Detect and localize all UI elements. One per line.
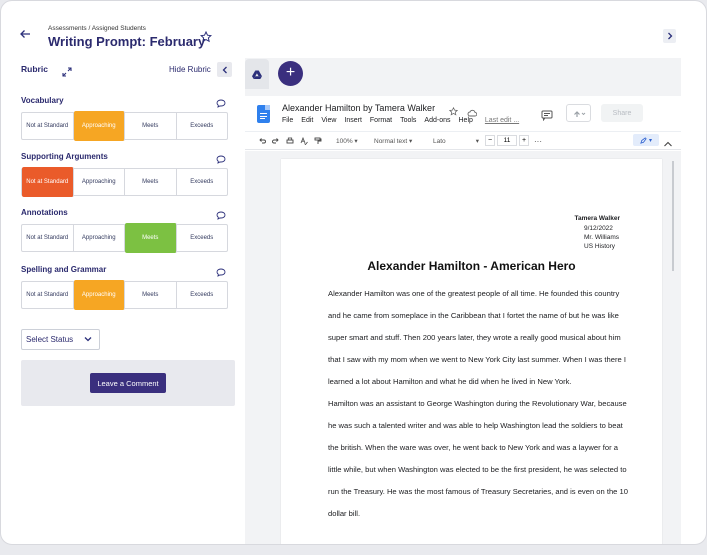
style-value: Normal text [374,137,408,145]
redo-icon[interactable] [272,135,280,147]
paragraph: Hamilton was an assistant to George Wash… [328,399,628,518]
collapse-rubric-button[interactable] [217,62,232,77]
rating-exceeds[interactable]: Exceeds [177,225,228,251]
chevron-left-icon [222,66,227,73]
menu-edit[interactable]: Edit [301,117,313,124]
font-size-increase[interactable]: + [519,135,529,146]
present-button[interactable] [566,104,591,122]
docs-menu-bar: File Edit View Insert Format Tools Add-o… [282,117,519,124]
criterion-label: Annotations [21,208,68,217]
paragraph: Alexander Hamilton was one of the greate… [328,289,626,386]
document-body: Alexander Hamilton was one of the greate… [328,283,628,525]
menu-tools[interactable]: Tools [400,117,416,124]
font-size-decrease[interactable]: − [485,135,495,146]
rating-approaching[interactable]: Approaching [74,225,125,251]
star-icon[interactable] [448,103,459,116]
zoom-select[interactable]: 100% ▾ [336,135,358,147]
print-icon[interactable] [286,135,294,147]
rubric-criterion-spelling-grammar: Spelling and Grammar Not at Standard App… [21,264,228,310]
rating-scale: Not at Standard Approaching Meets Exceed… [21,111,228,141]
rating-not-at-standard[interactable]: Not at Standard [22,113,74,139]
document-heading: Alexander Hamilton - American Hero [367,259,576,273]
paint-format-icon[interactable] [314,135,322,147]
back-arrow-icon[interactable] [19,28,33,42]
zoom-value: 100% [336,137,353,145]
rubric-criterion-vocabulary: Vocabulary Not at Standard Approaching M… [21,95,228,141]
rating-exceeds[interactable]: Exceeds [177,113,228,139]
spellcheck-icon[interactable] [300,135,308,147]
comment-history-icon[interactable] [541,108,553,122]
course-name: US History [584,243,616,250]
rating-approaching[interactable]: Approaching [73,111,125,141]
rating-meets[interactable]: Meets [125,223,177,253]
rubric-title: Rubric [21,64,48,74]
rating-meets[interactable]: Meets [125,282,177,308]
rating-scale: Not at Standard Approaching Meets Exceed… [21,167,228,197]
add-tab-button[interactable]: + [278,61,303,86]
document-name[interactable]: Alexander Hamilton by Tamera Walker [282,103,435,113]
menu-insert[interactable]: Insert [344,117,362,124]
rating-not-at-standard[interactable]: Not at Standard [22,167,74,197]
google-docs-icon[interactable] [257,105,270,123]
cloud-saved-icon[interactable] [467,104,478,117]
doc-date: 9/12/2022 [584,225,613,232]
rating-meets[interactable]: Meets [125,113,177,139]
font-size-input[interactable]: 11 [497,135,517,146]
upload-icon [573,110,585,117]
teacher-name: Mr. Williams [584,234,620,241]
comment-bubble-icon[interactable] [216,207,226,220]
breadcrumb[interactable]: Assessments / Assigned Students [48,25,146,32]
rating-not-at-standard[interactable]: Not at Standard [22,225,74,251]
comment-bubble-icon[interactable] [216,264,226,277]
more-options[interactable]: ··· [534,135,542,147]
chevron-up-icon[interactable] [663,135,675,147]
document-page[interactable]: Tamera Walker 9/12/2022 Mr. Williams US … [281,159,662,544]
share-button[interactable]: Share [601,104,643,122]
rating-exceeds[interactable]: Exceeds [177,282,228,308]
google-drive-tab[interactable] [245,59,269,89]
menu-format[interactable]: Format [370,117,392,124]
app-window: Assessments / Assigned Students Writing … [0,0,707,545]
last-edit-link[interactable]: Last edit ... [485,117,519,124]
scrollbar[interactable] [672,161,674,271]
drive-icon [252,70,262,79]
menu-help[interactable]: Help [459,117,473,124]
editing-mode-button[interactable]: ▾ [633,134,659,146]
menu-view[interactable]: View [321,117,336,124]
rubric-criterion-annotations: Annotations Not at Standard Approaching … [21,207,228,253]
status-select-value: Select Status [26,335,74,344]
undo-icon[interactable] [258,135,266,147]
rubric-criterion-supporting-arguments: Supporting Arguments Not at Standard App… [21,151,228,197]
criterion-label: Supporting Arguments [21,152,108,161]
fullscreen-expand-icon[interactable] [62,64,72,77]
chevron-down-icon [84,337,92,342]
comment-bubble-icon[interactable] [216,151,226,164]
comment-panel: Leave a Comment [21,360,235,406]
paragraph-style-select[interactable]: Normal text ▾ [374,135,412,147]
rating-approaching[interactable]: Approaching [73,280,125,310]
status-select[interactable]: Select Status [21,329,100,350]
rating-approaching[interactable]: Approaching [74,169,125,195]
docs-toolbar: 100% ▾ Normal text ▾ Lato ▾ ··· [245,131,681,150]
font-value: Lato [433,137,446,145]
rating-meets[interactable]: Meets [125,169,177,195]
expand-panel-button[interactable] [663,29,676,43]
hide-rubric-link[interactable]: Hide Rubric [169,65,211,74]
menu-file[interactable]: File [282,117,293,124]
rating-scale: Not at Standard Approaching Meets Exceed… [21,223,228,253]
criterion-label: Spelling and Grammar [21,265,107,274]
rating-not-at-standard[interactable]: Not at Standard [22,282,74,308]
pencil-icon [640,136,647,144]
criterion-label: Vocabulary [21,96,64,105]
rating-exceeds[interactable]: Exceeds [177,169,228,195]
leave-comment-button[interactable]: Leave a Comment [90,373,166,393]
chevron-right-icon [667,32,672,40]
author-name: Tamera Walker [574,215,620,222]
rating-scale: Not at Standard Approaching Meets Exceed… [21,280,228,310]
comment-bubble-icon[interactable] [216,95,226,108]
font-select[interactable]: Lato ▾ [433,135,479,147]
page-title: Writing Prompt: February [48,34,206,49]
menu-add-ons[interactable]: Add-ons [424,117,450,124]
favorite-star-icon[interactable] [199,30,213,43]
